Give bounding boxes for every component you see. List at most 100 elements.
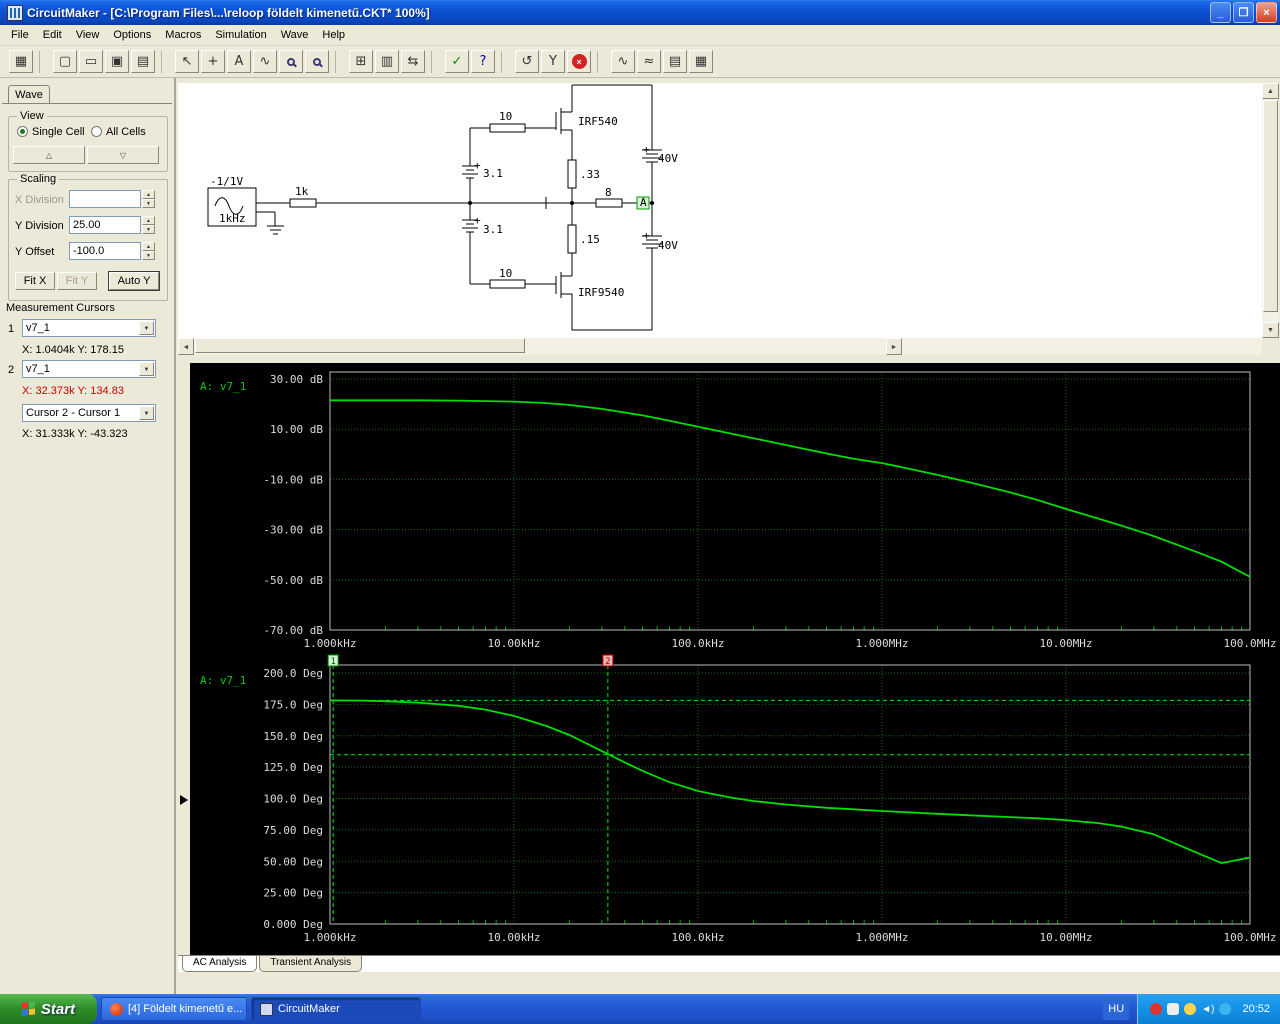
text-tool-button[interactable]: A: [227, 50, 251, 73]
schematic-label: 1k: [295, 185, 309, 198]
help-button[interactable]: ?: [471, 50, 495, 73]
probe-tool-button[interactable]: Y: [541, 50, 565, 73]
taskbar-item-browser[interactable]: [4] Földelt kimenetű e...: [101, 997, 247, 1021]
chip-tool-button[interactable]: ▦: [9, 50, 33, 73]
save-file-icon: ▣: [110, 54, 124, 69]
svg-text:-70.00 dB: -70.00 dB: [263, 624, 323, 637]
resistor-8[interactable]: [595, 198, 623, 208]
waveform-window-1-button[interactable]: ∿: [611, 50, 635, 73]
new-window-icon: ▥: [380, 54, 394, 69]
reset-simulation-button[interactable]: ↺: [515, 50, 539, 73]
restore-button[interactable]: ❐: [1233, 2, 1254, 23]
tray-app-icon[interactable]: [1167, 1003, 1180, 1015]
scroll-down-button[interactable]: ▽: [87, 146, 159, 164]
circuit-horizontal-scrollbar[interactable]: ◄ ►: [178, 338, 1279, 355]
update-icon[interactable]: [1184, 1003, 1197, 1015]
plots-canvas[interactable]: 30.00 dB 10.00 dB -10.00 dB -30.00 dB -50.00…: [190, 363, 1280, 955]
wire-tool-button[interactable]: ∿: [253, 50, 277, 73]
zoom-wave-tool-button[interactable]: [279, 50, 303, 73]
menu-view[interactable]: View: [69, 27, 107, 43]
language-indicator[interactable]: HU: [1103, 998, 1130, 1020]
menu-file[interactable]: File: [4, 27, 36, 43]
resistor-10-bottom[interactable]: [489, 279, 526, 289]
y-offset-spinner[interactable]: ▲ ▼: [142, 242, 155, 260]
menu-wave[interactable]: Wave: [274, 27, 316, 43]
schematic-label: IRF540: [578, 115, 618, 128]
tab-transient-analysis[interactable]: Transient Analysis: [259, 956, 363, 972]
zoom-wave-tool-icon: [287, 57, 295, 66]
zoom-area-button[interactable]: ⊞: [349, 50, 373, 73]
stop-simulation-icon: ×: [571, 54, 587, 69]
title-bar: CircuitMaker - [C:\Program Files\...\rel…: [0, 0, 1280, 25]
volume-icon[interactable]: ◄): [1201, 1004, 1214, 1015]
security-alert-icon[interactable]: [1150, 1003, 1163, 1015]
start-button[interactable]: Start: [0, 994, 97, 1024]
schematic-canvas[interactable]: -1/1V1kHz1k+3.1+3.110 IRF540.338.15IRF954…: [178, 83, 1262, 338]
menu-help[interactable]: Help: [315, 27, 352, 43]
schematic-label: IRF9540: [578, 286, 624, 299]
y-division-spinner[interactable]: ▲ ▼: [142, 216, 155, 234]
waveform-window-4-button[interactable]: ▦: [689, 50, 713, 73]
single-cell-label: Single Cell: [32, 126, 85, 138]
resistor-0.15[interactable]: [567, 224, 577, 254]
cursor1-signal-value: v7_1: [26, 322, 50, 334]
y-division-input[interactable]: [69, 216, 141, 234]
menu-options[interactable]: Options: [106, 27, 158, 43]
scroll-up-arrow[interactable]: ▲: [1262, 83, 1279, 99]
zoom-tool-button[interactable]: [305, 50, 329, 73]
menu-simulation[interactable]: Simulation: [208, 27, 273, 43]
splitter-collapse-icon[interactable]: [180, 795, 188, 805]
radio-selected-icon: [17, 126, 28, 137]
resistor-1k[interactable]: [289, 198, 317, 208]
chevron-down-icon[interactable]: ▼: [139, 321, 154, 335]
y-offset-input[interactable]: [69, 242, 141, 260]
single-cell-radio[interactable]: Single Cell: [17, 126, 85, 138]
select-arrow-tool-button[interactable]: ↖: [175, 50, 199, 73]
open-file-button[interactable]: ▭: [79, 50, 103, 73]
fit-x-button[interactable]: Fit X: [15, 272, 55, 290]
chevron-down-icon[interactable]: ▼: [139, 362, 154, 376]
circuit-vertical-scrollbar[interactable]: ▲ ▼: [1262, 83, 1279, 338]
chevron-down-icon[interactable]: ▼: [139, 406, 154, 420]
cursor-diff-select[interactable]: Cursor 2 - Cursor 1 ▼: [22, 404, 156, 422]
save-file-button[interactable]: ▣: [105, 50, 129, 73]
svg-text:100.0kHz: 100.0kHz: [672, 637, 725, 650]
add-part-tool-button[interactable]: +: [201, 50, 225, 73]
stop-simulation-button[interactable]: ×: [567, 50, 591, 73]
minimize-button[interactable]: _: [1210, 2, 1231, 23]
auto-y-button[interactable]: Auto Y: [109, 272, 159, 290]
help-icon: ?: [479, 54, 487, 69]
tile-windows-button[interactable]: ⇆: [401, 50, 425, 73]
new-document-button[interactable]: ▢: [53, 50, 77, 73]
x-division-spinner[interactable]: ▲ ▼: [142, 190, 155, 208]
taskbar-item-circuitmaker[interactable]: CircuitMaker: [251, 997, 421, 1021]
scroll-right-arrow[interactable]: ►: [886, 338, 902, 355]
all-cells-radio[interactable]: All Cells: [91, 126, 146, 138]
resistor-0.33[interactable]: [567, 159, 577, 189]
scrollbar-thumb[interactable]: [195, 338, 525, 353]
fit-y-button[interactable]: Fit Y: [57, 272, 97, 290]
scroll-left-arrow[interactable]: ◄: [178, 338, 194, 355]
print-button[interactable]: ▤: [131, 50, 155, 73]
cursor1-signal-select[interactable]: v7_1 ▼: [22, 319, 156, 337]
resistor-10-top[interactable]: [489, 123, 526, 133]
waveform-window-3-button[interactable]: ▤: [663, 50, 687, 73]
network-icon[interactable]: [1219, 1003, 1232, 1015]
cursor2-signal-select[interactable]: v7_1 ▼: [22, 360, 156, 378]
new-window-button[interactable]: ▥: [375, 50, 399, 73]
waveform-window-2-button[interactable]: ≈: [637, 50, 661, 73]
menu-edit[interactable]: Edit: [36, 27, 69, 43]
scroll-down-arrow[interactable]: ▼: [1262, 322, 1279, 338]
wire-tool-icon: ∿: [259, 54, 271, 69]
tab-ac-analysis[interactable]: AC Analysis: [182, 956, 258, 972]
scroll-up-button[interactable]: △: [13, 146, 85, 164]
schematic-label: 10: [499, 110, 512, 123]
schematic-label: 3.1: [483, 223, 503, 236]
run-simulation-button[interactable]: ✓: [445, 50, 469, 73]
scrollbar-thumb[interactable]: [1263, 100, 1278, 312]
close-button[interactable]: ×: [1256, 2, 1277, 23]
x-division-input[interactable]: [69, 190, 141, 208]
reset-simulation-icon: ↺: [521, 54, 533, 69]
wave-tab[interactable]: Wave: [8, 85, 50, 104]
menu-macros[interactable]: Macros: [158, 27, 208, 43]
